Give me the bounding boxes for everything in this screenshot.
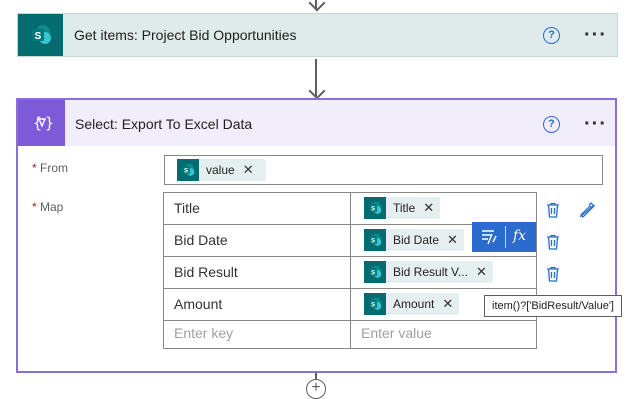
data-operation-icon: { } — [18, 100, 65, 146]
remove-token-icon[interactable]: ✕ — [423, 200, 434, 216]
dynamic-content-token[interactable]: S Bid Date ✕ — [364, 229, 464, 251]
map-key-text: Title — [174, 200, 200, 216]
svg-text:}: } — [45, 114, 53, 132]
select-title: Select: Export To Excel Data — [75, 116, 253, 132]
expression-tooltip: item()?['BidResult/Value'] — [484, 295, 622, 317]
token-label: Title — [393, 201, 416, 215]
dynamic-content-token[interactable]: S Amount ✕ — [364, 293, 460, 315]
sharepoint-icon: S — [364, 261, 386, 283]
svg-text:S: S — [371, 206, 375, 213]
svg-text:S: S — [184, 168, 188, 175]
delete-row-icon[interactable] — [544, 201, 562, 219]
map-key-field[interactable]: Bid Result — [164, 257, 351, 288]
switch-text-mode-icon[interactable] — [578, 201, 596, 219]
add-step-icon[interactable]: + — [306, 379, 326, 399]
map-label-text: Map — [40, 200, 64, 214]
connector-arrow-icon — [308, 0, 326, 12]
map-row-empty: Enter key Enter value — [164, 321, 536, 348]
required-marker: * — [32, 161, 37, 175]
dynamic-content-toolbar: fx — [472, 222, 536, 252]
select-action-card: { } Select: Export To Excel Data ? ··· *… — [16, 98, 617, 373]
connector-arrow-icon — [308, 82, 326, 100]
map-value-input[interactable]: Enter value — [351, 321, 536, 348]
map-label: * Map — [32, 200, 63, 214]
svg-text:S: S — [371, 302, 375, 309]
sharepoint-icon: S — [364, 293, 386, 315]
sharepoint-icon: S — [364, 197, 386, 219]
help-icon[interactable]: ? — [543, 116, 560, 133]
remove-token-icon[interactable]: ✕ — [447, 232, 458, 248]
remove-token-icon[interactable]: ✕ — [476, 264, 487, 280]
map-key-field[interactable]: Title — [164, 193, 351, 224]
token-label: Bid Result V... — [393, 265, 468, 279]
help-icon[interactable]: ? — [543, 27, 560, 44]
map-value-field[interactable]: S Title ✕ — [351, 193, 536, 224]
value-placeholder: Enter value — [361, 325, 432, 341]
remove-token-icon[interactable]: ✕ — [442, 296, 453, 312]
map-key-input[interactable]: Enter key — [164, 321, 351, 348]
map-row: Bid Result S Bid Result V... ✕ — [164, 257, 536, 289]
delete-row-icon[interactable] — [544, 265, 562, 283]
remove-token-icon[interactable]: ✕ — [243, 162, 254, 178]
token-label: value — [206, 163, 235, 177]
from-input[interactable]: S value ✕ — [164, 155, 603, 185]
map-key-field[interactable]: Amount — [164, 289, 351, 320]
get-items-action-card[interactable]: S Get items: Project Bid Opportunities ?… — [17, 13, 618, 57]
sharepoint-icon: S — [364, 229, 386, 251]
from-label-text: From — [40, 161, 69, 175]
map-row: Amount S Amount ✕ — [164, 289, 536, 321]
key-placeholder: Enter key — [174, 325, 234, 341]
more-options-icon[interactable]: ··· — [584, 25, 607, 45]
toolbar-separator — [505, 226, 506, 248]
dynamic-content-token[interactable]: S Title ✕ — [364, 197, 441, 219]
svg-text:S: S — [371, 270, 375, 277]
from-label: * From — [32, 161, 68, 175]
dynamic-content-icon[interactable] — [480, 228, 498, 246]
map-key-text: Bid Date — [174, 232, 228, 248]
dynamic-content-token[interactable]: S value ✕ — [177, 159, 266, 181]
map-row: Title S Title ✕ — [164, 193, 536, 225]
svg-text:S: S — [371, 238, 375, 245]
required-marker: * — [32, 200, 37, 214]
token-label: Bid Date — [393, 233, 440, 247]
get-items-title: Get items: Project Bid Opportunities — [74, 27, 297, 43]
map-key-text: Amount — [174, 296, 223, 312]
map-table: Title S Title ✕ Bid Date S Bid Date ✕ Bi… — [163, 192, 537, 349]
sharepoint-icon: S — [18, 14, 63, 56]
expression-icon[interactable]: fx — [513, 228, 526, 244]
sharepoint-icon: S — [177, 159, 199, 181]
select-card-header[interactable]: { } Select: Export To Excel Data ? ··· — [18, 100, 615, 146]
map-key-field[interactable]: Bid Date — [164, 225, 351, 256]
map-key-text: Bid Result — [174, 264, 238, 280]
map-value-field[interactable]: S Bid Result V... ✕ — [351, 257, 536, 288]
token-label: Amount — [393, 297, 435, 311]
delete-row-icon[interactable] — [544, 233, 562, 251]
svg-text:S: S — [34, 31, 41, 42]
more-options-icon[interactable]: ··· — [584, 114, 607, 134]
dynamic-content-token[interactable]: S Bid Result V... ✕ — [364, 261, 493, 283]
